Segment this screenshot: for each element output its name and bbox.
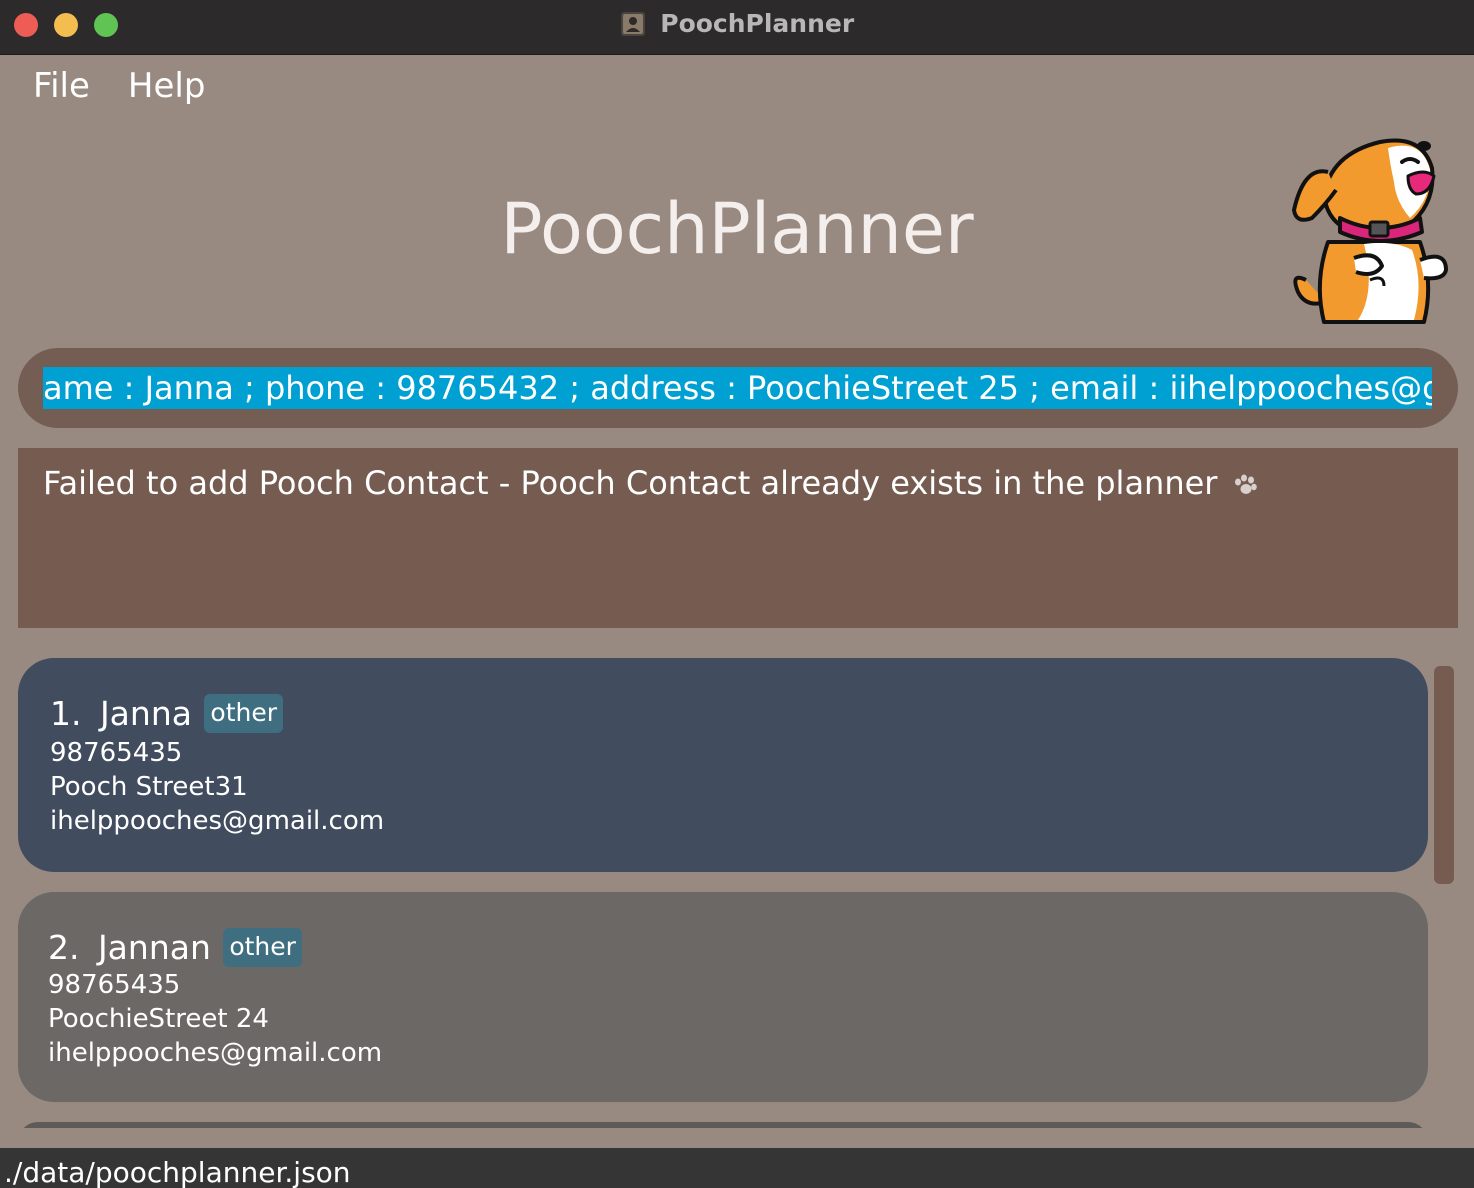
- contact-email: ihelppooches@gmail.com: [50, 806, 385, 836]
- menu-file[interactable]: File: [33, 66, 90, 106]
- command-input[interactable]: ame : Janna ; phone : 98765432 ; address…: [43, 367, 1432, 409]
- contact-card-1[interactable]: 1. Janna other 98765435 Pooch Street31 i…: [18, 658, 1428, 872]
- menu-bar: File Help: [33, 66, 243, 110]
- status-bar: ./data/poochplanner.json: [0, 1148, 1474, 1188]
- contact-tag: other: [223, 928, 302, 967]
- result-message-line: Failed to add Pooch Contact - Pooch Cont…: [43, 464, 1258, 502]
- contact-name: Jannan: [97, 928, 211, 967]
- result-message: Failed to add Pooch Contact - Pooch Cont…: [43, 464, 1218, 502]
- contact-card-2[interactable]: 2. Jannan other 98765435 PoochieStreet 2…: [18, 892, 1428, 1102]
- contact-name-row: 1. Janna other: [50, 694, 284, 738]
- contact-name: Janna: [99, 694, 192, 733]
- app-icon: [620, 11, 645, 36]
- contact-tag: other: [204, 694, 284, 733]
- window-title: PoochPlanner: [660, 9, 855, 38]
- contact-index: 1.: [50, 694, 82, 733]
- contact-phone: 98765435: [48, 970, 181, 1000]
- dog-mascot-icon: [1292, 138, 1448, 324]
- contact-phone: 98765435: [50, 738, 183, 768]
- list-bottom-mask: [0, 1128, 1474, 1148]
- contact-address: PoochieStreet 24: [48, 1004, 269, 1034]
- contact-email: ihelppooches@gmail.com: [48, 1038, 383, 1068]
- save-file-path: ./data/poochplanner.json: [4, 1156, 351, 1188]
- contact-name-row: 2. Jannan other: [48, 928, 302, 972]
- contact-index: 2.: [48, 928, 80, 967]
- app-heading: PoochPlanner: [500, 188, 974, 270]
- title-bar: PoochPlanner: [0, 0, 1474, 55]
- list-scrollbar[interactable]: [1434, 666, 1454, 884]
- paw-icon: [1234, 474, 1257, 494]
- command-box[interactable]: ame : Janna ; phone : 98765432 ; address…: [18, 348, 1458, 428]
- menu-help[interactable]: Help: [128, 66, 206, 106]
- app-window: PoochPlanner File Help PoochPlanner ame: [0, 0, 1474, 1188]
- contact-address: Pooch Street31: [50, 772, 248, 802]
- result-display: Failed to add Pooch Contact - Pooch Cont…: [18, 448, 1458, 628]
